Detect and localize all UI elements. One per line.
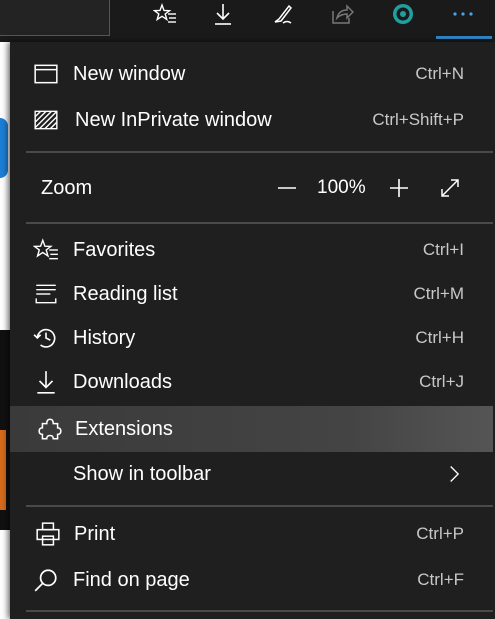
- shortcut-label: Ctrl+P: [416, 524, 464, 543]
- menu-item-label: Downloads: [73, 370, 172, 393]
- share-icon[interactable]: [322, 0, 362, 28]
- favorites-star-icon[interactable]: [145, 0, 185, 28]
- active-indicator: [436, 36, 492, 39]
- puzzle-icon: [36, 415, 64, 443]
- pen-icon[interactable]: [263, 0, 303, 28]
- shortcut-label: Ctrl+I: [422, 240, 464, 259]
- menu-item-zoom: Zoom 100%: [10, 166, 493, 210]
- menu-item-label: Show in toolbar: [73, 462, 211, 485]
- settings-menu: New window Ctrl+N New InPrivate window C…: [10, 42, 495, 619]
- more-icon[interactable]: [443, 0, 483, 28]
- menu-item-label: History: [73, 326, 136, 349]
- page-content-fragment: [0, 118, 8, 178]
- menu-item-label: New window: [73, 62, 186, 85]
- shortcut-label: Ctrl+N: [415, 64, 464, 83]
- extension-circle-icon[interactable]: [383, 0, 423, 28]
- zoom-out-button[interactable]: [272, 173, 302, 203]
- menu-item-print[interactable]: Print Ctrl+P: [10, 512, 493, 556]
- divider: [26, 610, 493, 612]
- shortcut-label: Ctrl+Shift+P: [372, 110, 464, 129]
- menu-item-extensions[interactable]: Extensions: [10, 406, 493, 452]
- menu-item-show-in-toolbar[interactable]: Show in toolbar: [10, 452, 493, 496]
- menu-item-label: Favorites: [73, 238, 156, 261]
- menu-item-find-on-page[interactable]: Find on page Ctrl+F: [10, 558, 493, 602]
- menu-item-reading-list[interactable]: Reading list Ctrl+M: [10, 272, 493, 316]
- shortcut-label: Ctrl+F: [417, 570, 464, 589]
- zoom-value: 100%: [317, 177, 366, 198]
- address-bar[interactable]: [0, 0, 110, 36]
- zoom-in-button[interactable]: [384, 173, 414, 203]
- menu-item-history[interactable]: History Ctrl+H: [10, 316, 493, 360]
- menu-item-favorites[interactable]: Favorites Ctrl+I: [10, 228, 493, 272]
- favorites-icon: [32, 236, 60, 264]
- fullscreen-icon[interactable]: [435, 173, 465, 203]
- reading-list-icon: [32, 280, 60, 308]
- print-icon: [34, 520, 62, 548]
- shortcut-label: Ctrl+M: [413, 284, 464, 303]
- shortcut-label: Ctrl+J: [419, 372, 464, 391]
- menu-item-new-inprivate-window[interactable]: New InPrivate window Ctrl+Shift+P: [10, 98, 493, 142]
- menu-item-label: Extensions: [75, 417, 173, 440]
- downloads-icon: [32, 368, 60, 396]
- divider: [26, 222, 493, 224]
- search-icon: [32, 566, 60, 594]
- window-icon: [32, 60, 60, 88]
- download-icon[interactable]: [203, 0, 243, 28]
- menu-item-label: Find on page: [73, 568, 190, 591]
- zoom-label: Zoom: [41, 176, 93, 199]
- menu-item-downloads[interactable]: Downloads Ctrl+J: [10, 360, 493, 404]
- inprivate-icon: [32, 106, 60, 134]
- menu-item-label: New InPrivate window: [75, 108, 272, 131]
- divider: [26, 505, 493, 507]
- chevron-right-icon: [444, 464, 464, 484]
- menu-item-label: Print: [74, 522, 116, 545]
- menu-item-label: Reading list: [73, 282, 178, 305]
- page-content-fragment: [0, 430, 6, 510]
- menu-item-new-window[interactable]: New window Ctrl+N: [10, 52, 493, 96]
- shortcut-label: Ctrl+H: [415, 328, 464, 347]
- browser-toolbar: [0, 0, 495, 42]
- divider: [26, 151, 493, 153]
- history-icon: [32, 324, 60, 352]
